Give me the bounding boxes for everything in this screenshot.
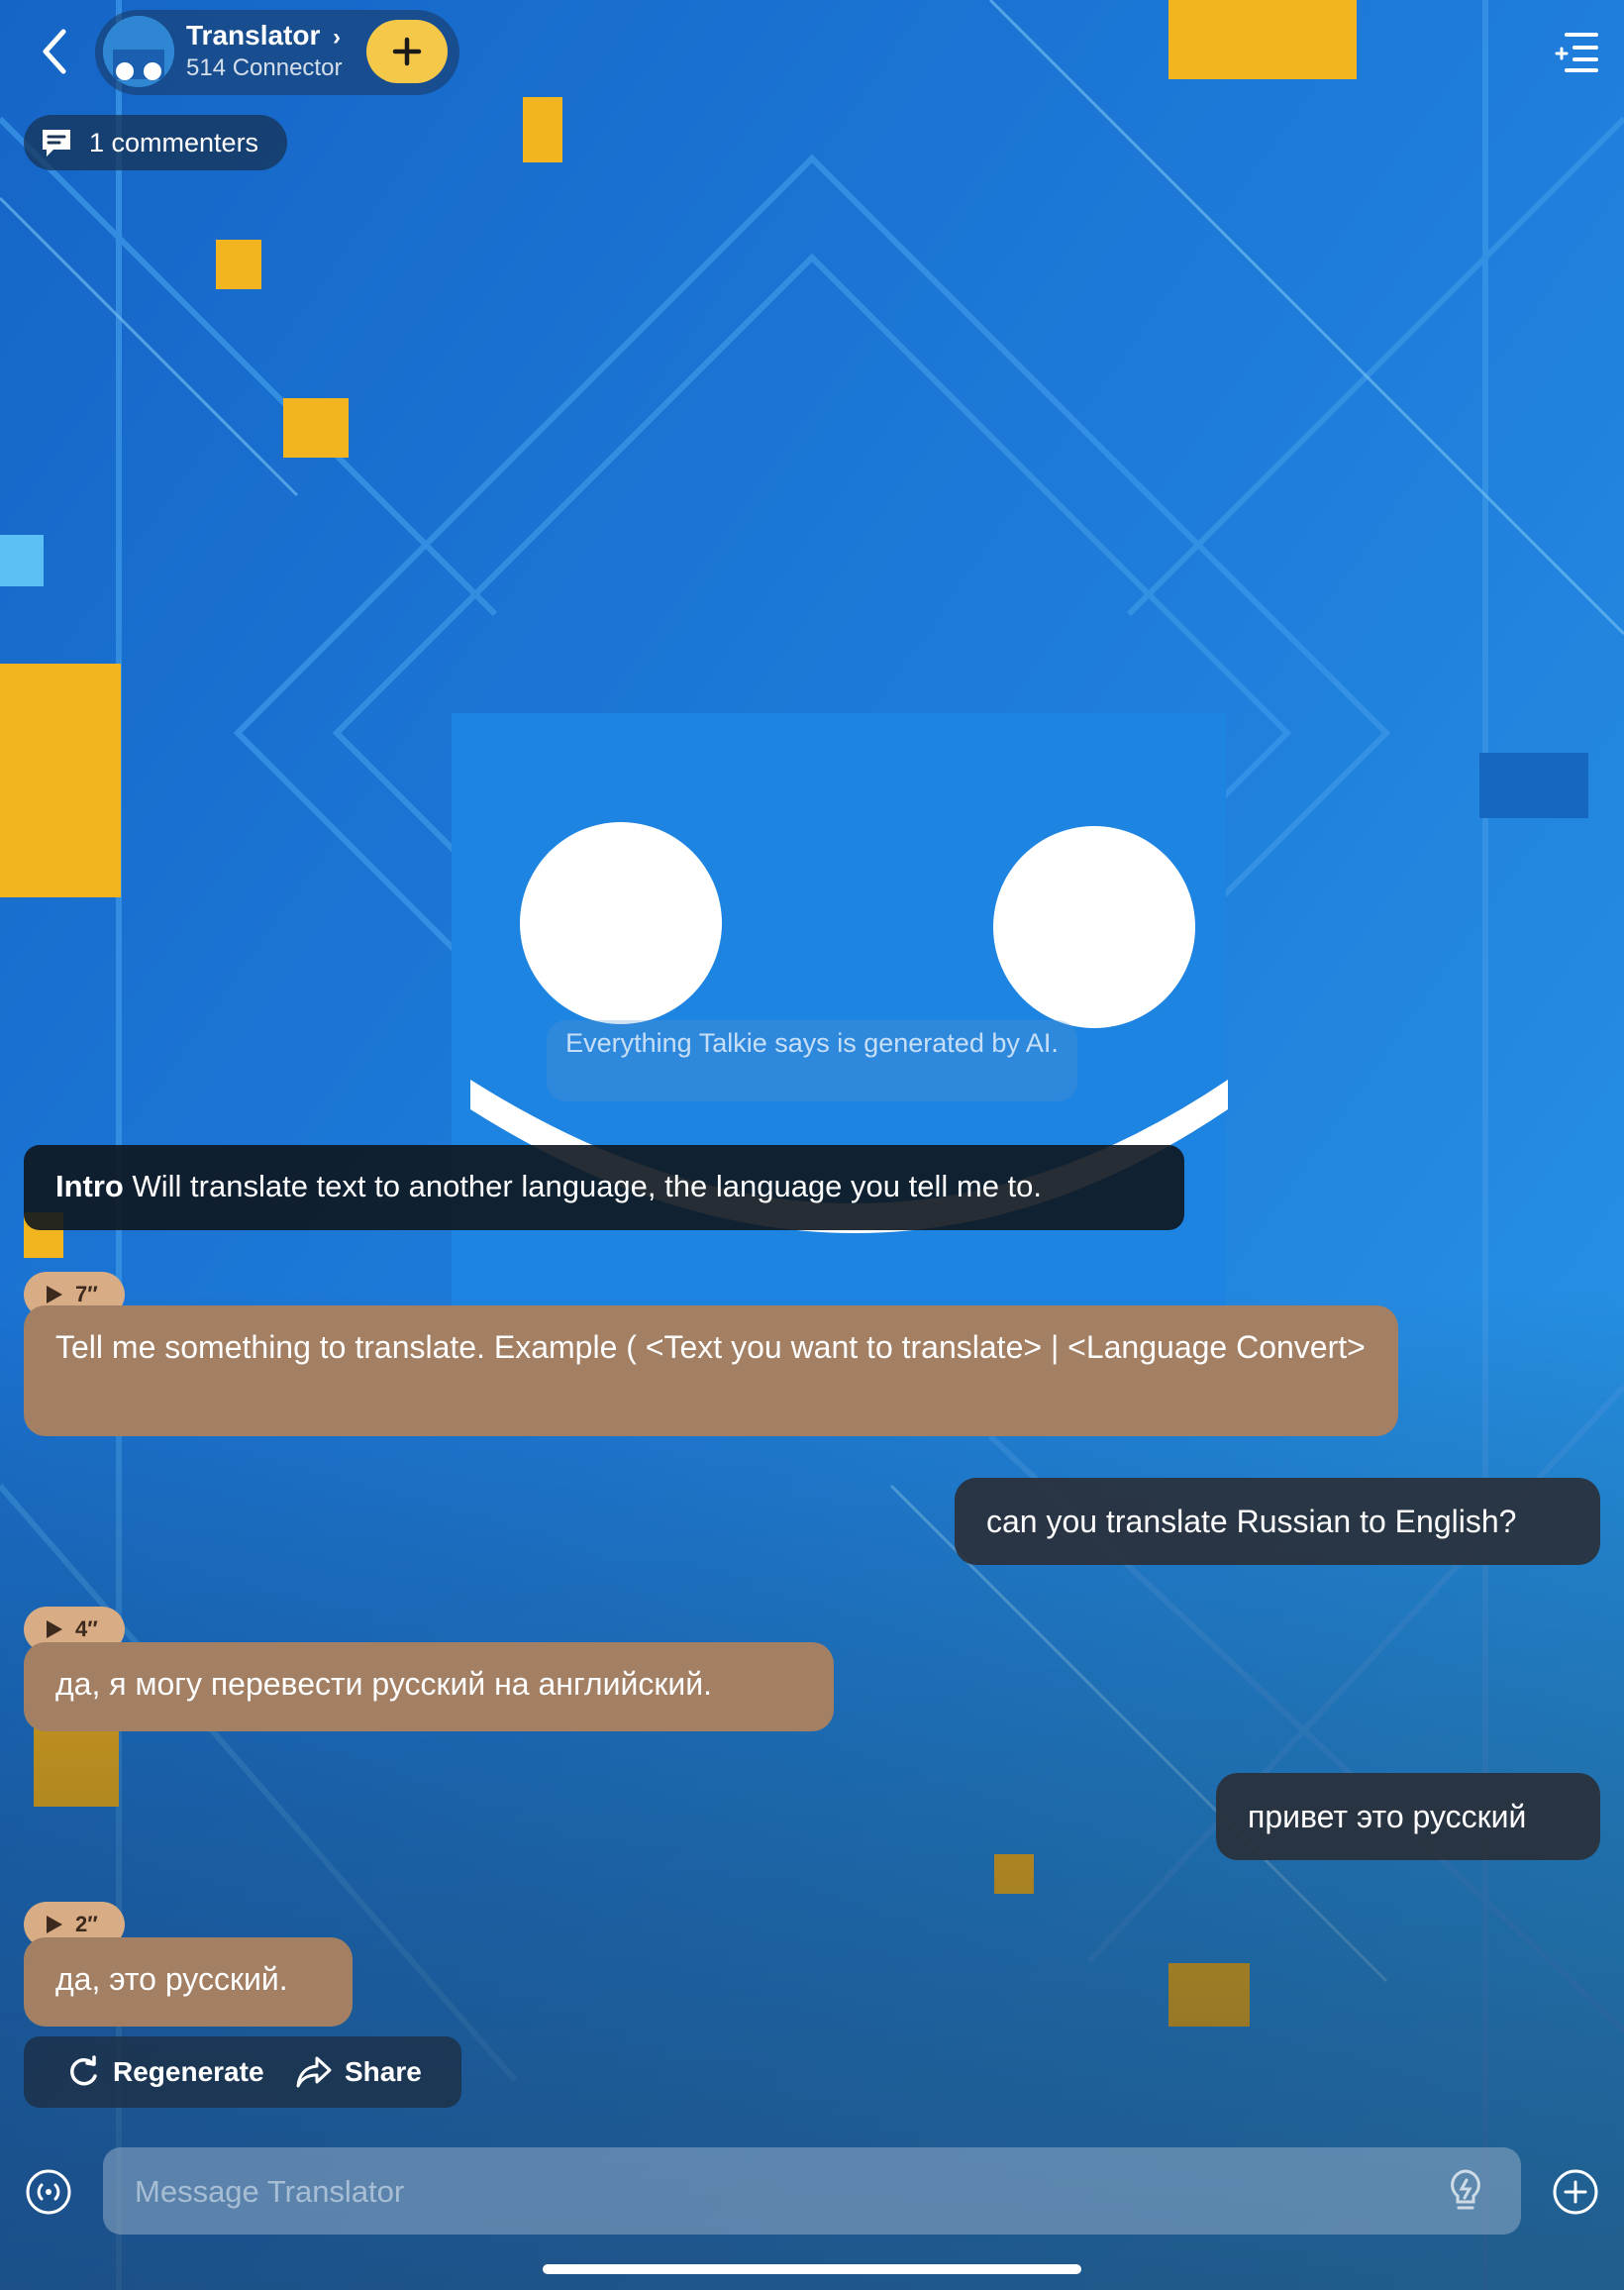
intro-label: Intro: [55, 1169, 124, 1203]
user-message: can you translate Russian to English?: [955, 1478, 1600, 1565]
home-indicator: [543, 2264, 1081, 2274]
bot-connector-count: 514 Connector: [186, 54, 343, 81]
voice-call-button[interactable]: [24, 2167, 73, 2217]
robot-avatar-icon: [103, 16, 174, 87]
user-message-text: can you translate Russian to English?: [986, 1503, 1517, 1539]
refresh-icon: [70, 2055, 97, 2086]
regenerate-label: Regenerate: [113, 2056, 264, 2087]
plus-circle-icon: [1553, 2169, 1598, 2215]
menu-button[interactable]: [1553, 30, 1600, 73]
message-input-container: [103, 2147, 1521, 2237]
bot-avatar[interactable]: [103, 16, 174, 87]
voice-duration: 7″: [75, 1282, 98, 1306]
play-icon: [47, 1916, 62, 1933]
user-message-text: привет это русский: [1248, 1798, 1527, 1834]
intro-text: Will translate text to another language,…: [132, 1169, 1043, 1203]
voice-duration: 2″: [75, 1912, 98, 1936]
bot-message: да, я могу перевести русский на английск…: [24, 1642, 834, 1731]
share-icon: [296, 2056, 332, 2088]
comment-icon: [43, 130, 70, 156]
lightbulb-icon: [1451, 2169, 1480, 2210]
plus-icon: [392, 37, 422, 66]
share-label: Share: [345, 2056, 422, 2087]
share-button[interactable]: Share: [295, 2036, 422, 2108]
back-button[interactable]: [30, 22, 79, 81]
bot-name[interactable]: Translator: [186, 20, 320, 52]
chevron-left-icon: [43, 29, 66, 74]
suggestion-button[interactable]: [1444, 2167, 1487, 2215]
voice-wave-icon: [26, 2169, 71, 2215]
message-input[interactable]: [133, 2147, 1444, 2237]
add-attachment-button[interactable]: [1551, 2167, 1600, 2217]
menu-list-icon: [1555, 33, 1598, 72]
bot-message: да, это русский.: [24, 1937, 353, 2027]
voice-duration: 4″: [75, 1616, 98, 1641]
play-icon: [47, 1286, 62, 1303]
regenerate-button[interactable]: Regenerate: [65, 2036, 264, 2108]
user-message: привет это русский: [1216, 1773, 1600, 1860]
follow-button[interactable]: [366, 20, 448, 83]
bot-message: Tell me something to translate. Example …: [24, 1305, 1398, 1436]
ai-disclaimer: Everything Talkie says is generated by A…: [547, 1020, 1077, 1101]
chevron-right-icon: ›: [333, 24, 341, 51]
message-actions: Regenerate Share: [24, 2036, 461, 2108]
commenters-button[interactable]: 1 commenters: [24, 115, 287, 170]
commenters-label: 1 commenters: [89, 127, 259, 157]
play-icon: [47, 1620, 62, 1638]
intro-card: Intro Will translate text to another lan…: [24, 1145, 1184, 1230]
